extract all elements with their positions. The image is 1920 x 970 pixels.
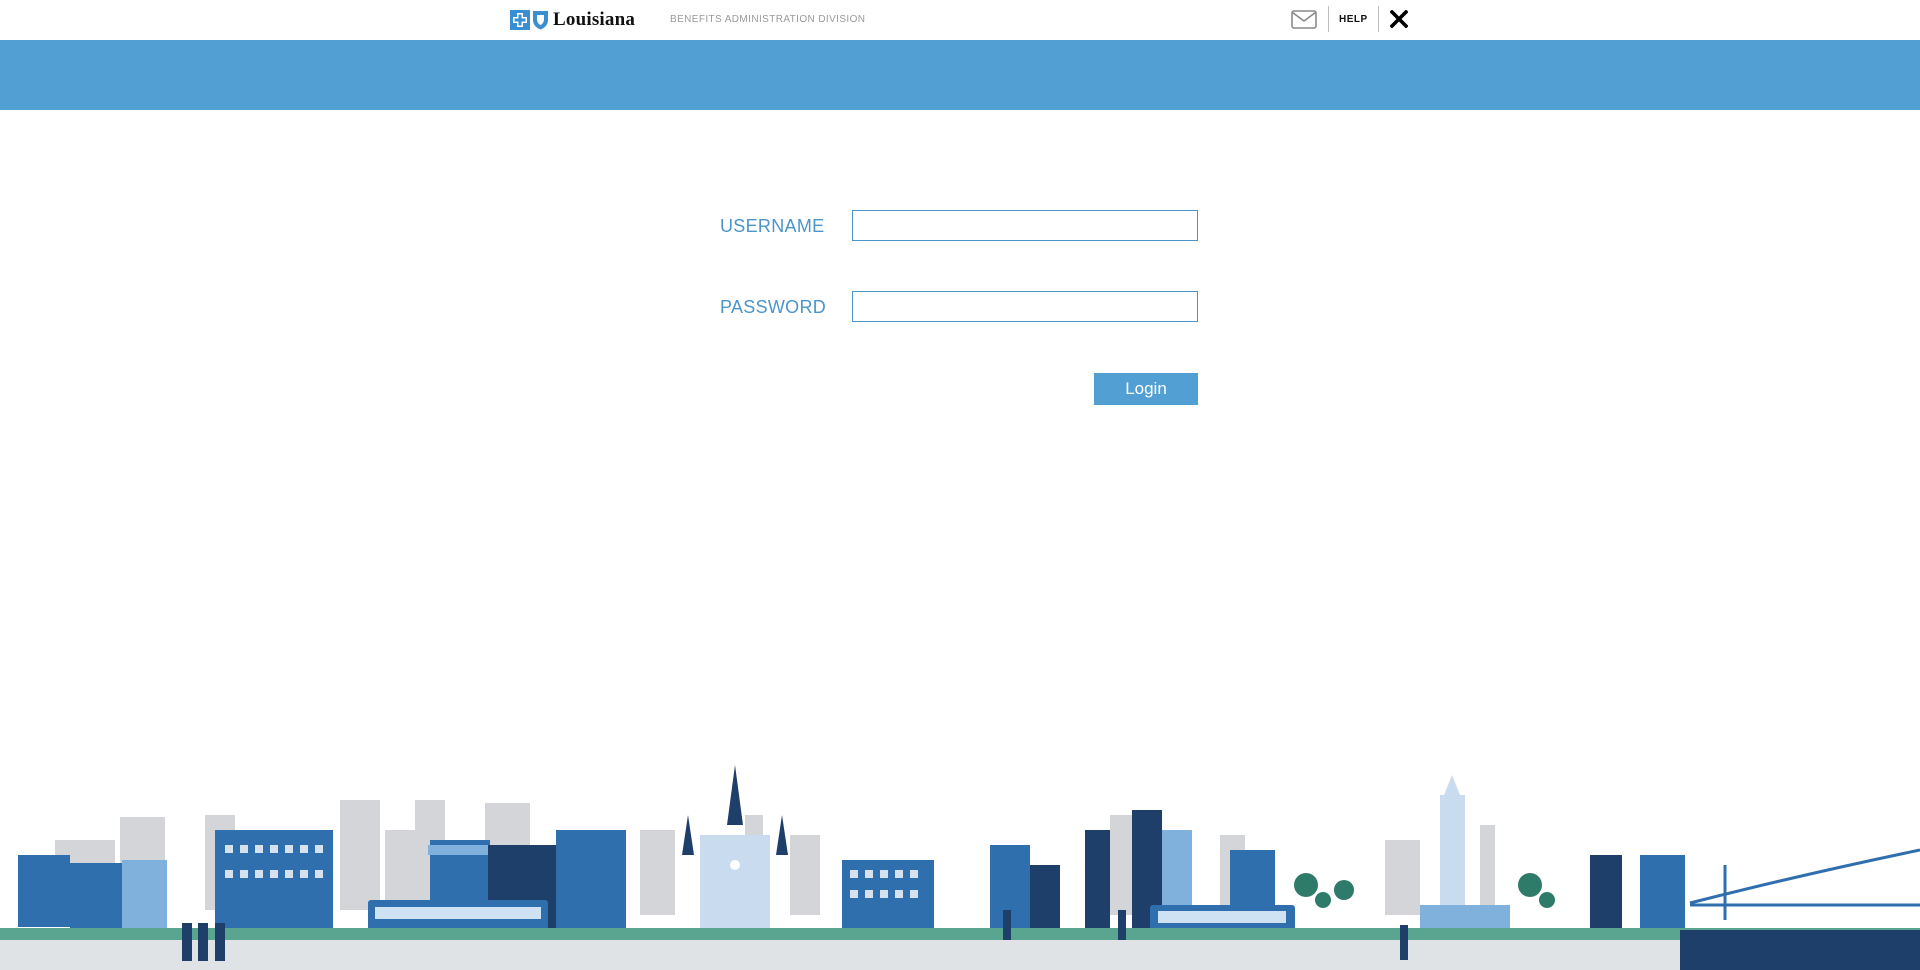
divider xyxy=(1377,6,1379,32)
brand-logo[interactable]: Louisiana xyxy=(510,9,635,31)
top-bar: Louisiana BENEFITS ADMINISTRATION DIVISI… xyxy=(0,0,1920,40)
division-title: BENEFITS ADMINISTRATION DIVISION xyxy=(670,14,866,25)
brand-name: Louisiana xyxy=(553,9,636,30)
help-link[interactable]: HELP xyxy=(1339,14,1368,25)
username-label: USERNAME xyxy=(720,216,825,236)
header-banner xyxy=(0,40,1920,110)
city-skyline-illustration xyxy=(0,765,1920,970)
login-button[interactable]: Login xyxy=(1094,373,1198,405)
password-input[interactable] xyxy=(852,291,1198,322)
mail-icon[interactable] xyxy=(1290,8,1318,30)
username-input[interactable] xyxy=(852,210,1198,241)
header-actions: HELP xyxy=(1290,6,1409,32)
divider xyxy=(1328,6,1329,32)
cross-shield-logo-icon xyxy=(510,10,549,30)
password-label: PASSWORD xyxy=(720,297,827,317)
close-icon[interactable] xyxy=(1389,9,1409,29)
